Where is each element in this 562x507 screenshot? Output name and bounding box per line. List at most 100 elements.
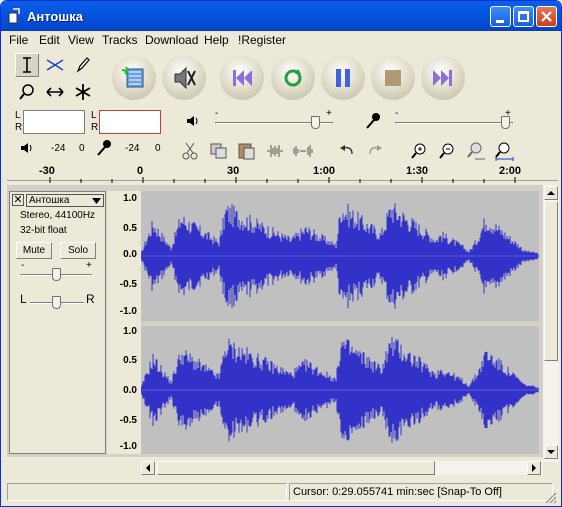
fit-window-button[interactable] xyxy=(491,140,515,162)
waveform-left-channel[interactable] xyxy=(140,191,539,321)
amp-label: 1.0 xyxy=(123,193,137,204)
scroll-right-button[interactable] xyxy=(527,461,541,475)
draw-tool[interactable] xyxy=(71,53,95,77)
horizontal-scrollbar[interactable] xyxy=(141,461,543,475)
menu-register[interactable]: !Register xyxy=(238,33,286,47)
ruler-tick: 1:00 xyxy=(313,165,336,177)
menu-help[interactable]: Help xyxy=(204,33,229,47)
ibeam-icon xyxy=(23,57,31,73)
ruler-tick: 2:00 xyxy=(499,165,522,177)
output-meter[interactable] xyxy=(23,110,85,134)
minimize-button[interactable] xyxy=(490,6,511,27)
input-volume-slider[interactable] xyxy=(501,116,510,129)
hscroll-thumb[interactable] xyxy=(157,461,435,475)
menu-bar: File Edit View Tracks Download Help !Reg… xyxy=(1,31,561,49)
input-volume-track xyxy=(395,122,513,124)
loop-icon xyxy=(284,69,302,87)
pause-icon xyxy=(336,69,350,87)
amp-label: 0.0 xyxy=(123,385,137,396)
resize-grip-icon[interactable] xyxy=(545,492,557,504)
pan-left-label: L xyxy=(20,292,27,306)
speaker-icon xyxy=(21,143,32,153)
paste-icon xyxy=(238,143,255,160)
snap-status: [Snap-To Off] xyxy=(437,486,502,498)
scissors-icon xyxy=(182,142,198,160)
title-bar[interactable]: Антошка xyxy=(1,1,561,31)
output-vol-plus: + xyxy=(326,108,332,119)
track-format: Stereo, 44100Hz xyxy=(20,210,96,221)
zoom-out-icon xyxy=(439,143,454,159)
cut-button[interactable] xyxy=(179,140,203,162)
scroll-up-button[interactable] xyxy=(544,186,558,200)
copy-button[interactable] xyxy=(207,140,231,162)
ruler-tick: 0 xyxy=(137,165,144,177)
skip-back-icon xyxy=(233,70,252,86)
menu-tracks[interactable]: Tracks xyxy=(102,33,138,47)
input-meter[interactable] xyxy=(99,110,161,134)
silence-icon xyxy=(293,145,313,157)
close-button[interactable] xyxy=(536,6,557,27)
mute-button[interactable]: Mute xyxy=(16,242,52,259)
menu-download[interactable]: Download xyxy=(145,33,198,47)
ruler-ticks xyxy=(49,177,516,183)
output-vol-minus: - xyxy=(215,108,219,119)
ruler-tick: 1:30 xyxy=(406,165,429,177)
ruler-tick: 30 xyxy=(227,165,240,177)
menu-edit[interactable]: Edit xyxy=(39,33,60,47)
redo-button[interactable] xyxy=(363,140,387,162)
paste-button[interactable] xyxy=(235,140,259,162)
amp-label: 0.5 xyxy=(123,355,137,366)
app-window: Антошка File Edit View Tracks Download H… xyxy=(0,0,562,507)
input-vol-minus: - xyxy=(395,108,399,119)
zoom-out-button[interactable] xyxy=(435,140,459,162)
scroll-left-button[interactable] xyxy=(141,461,155,475)
loop-play-button[interactable] xyxy=(271,56,315,100)
zoom-in-button[interactable] xyxy=(407,140,431,162)
left-arrow-icon xyxy=(146,464,150,472)
copy-icon xyxy=(210,143,227,159)
stop-button[interactable] xyxy=(371,56,415,100)
solo-button[interactable]: Solo xyxy=(60,242,96,259)
ruler-tick: -30 xyxy=(39,165,55,177)
multi-tool[interactable] xyxy=(71,80,95,104)
input-mic-icon xyxy=(366,113,380,129)
zoom-sel-icon xyxy=(467,142,485,160)
envelope-tool[interactable] xyxy=(43,53,67,77)
microphone-icon xyxy=(97,140,111,156)
skip-start-button[interactable] xyxy=(220,56,264,100)
vertical-scrollbar[interactable] xyxy=(543,185,559,462)
output-db-label: -24 xyxy=(51,143,66,154)
track-control-panel: ✕ Антошка Stereo, 44100Hz 32-bit float M… xyxy=(9,191,106,454)
waveform-left xyxy=(140,203,539,309)
trim-button[interactable] xyxy=(263,140,287,162)
tools-toolbar xyxy=(5,51,101,107)
pan-slider[interactable] xyxy=(52,296,61,309)
scroll-down-button[interactable] xyxy=(544,445,558,459)
asterisk-icon xyxy=(75,84,91,100)
output-volume-slider[interactable] xyxy=(311,116,320,129)
pause-button[interactable] xyxy=(321,56,365,100)
menu-file[interactable]: File xyxy=(9,33,28,47)
timeshift-tool[interactable] xyxy=(43,80,67,104)
skip-end-button[interactable] xyxy=(421,56,465,100)
mixer-toolbar: - + - + xyxy=(171,108,561,136)
fit-selection-button[interactable] xyxy=(463,140,487,162)
scroll-thumb[interactable] xyxy=(544,201,558,361)
silence-button[interactable] xyxy=(291,140,315,162)
zoom-tool[interactable] xyxy=(15,80,39,104)
waveform-right-channel[interactable] xyxy=(140,326,539,454)
amp-label: -1.0 xyxy=(119,306,137,317)
waveform-area[interactable] xyxy=(140,191,539,455)
meter-right-label: R xyxy=(15,122,23,133)
amp-label: -0.5 xyxy=(119,415,137,426)
maximize-button[interactable] xyxy=(513,6,534,27)
gain-slider[interactable] xyxy=(52,268,61,281)
amp-label: 0.0 xyxy=(123,249,137,260)
mute-speaker-button[interactable] xyxy=(162,56,206,100)
menu-view[interactable]: View xyxy=(68,33,94,47)
track-close-button[interactable]: ✕ xyxy=(12,194,24,206)
undo-button[interactable] xyxy=(335,140,359,162)
selection-tool[interactable] xyxy=(15,53,39,77)
new-track-button[interactable] xyxy=(112,56,156,100)
track-menu[interactable]: Антошка xyxy=(26,194,104,207)
